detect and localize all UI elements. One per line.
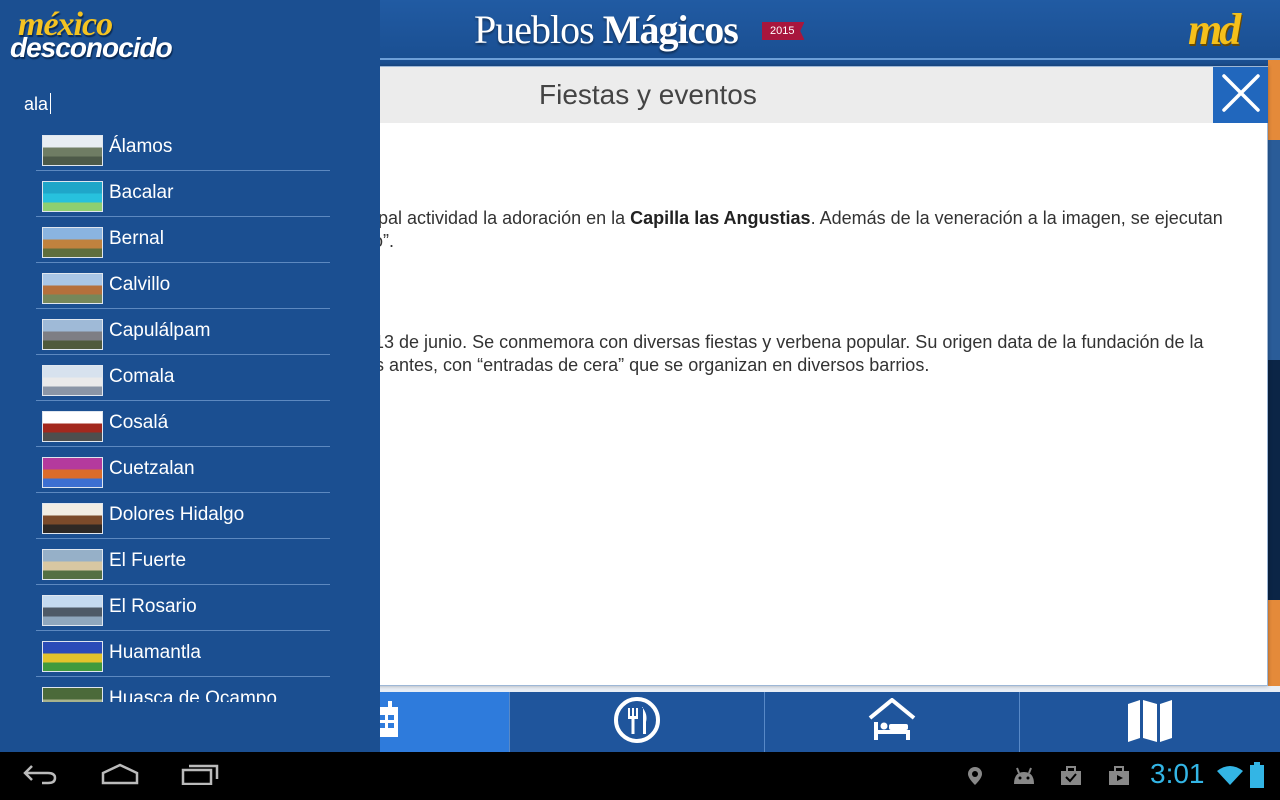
publisher-logo: md: [1188, 5, 1241, 54]
town-list-item[interactable]: Comala: [36, 355, 330, 401]
android-icon: [1012, 766, 1036, 791]
briefcase-icon: [1060, 766, 1082, 791]
brand-logo-line-2: desconocido: [10, 32, 173, 63]
town-name: Huamantla: [109, 642, 201, 663]
town-list-item[interactable]: El Fuerte: [36, 539, 330, 585]
system-clock: 3:01: [1150, 758, 1205, 789]
town-name: Comala: [109, 366, 175, 387]
event-text: cipal actividad la adoración en la: [365, 208, 631, 228]
hotel-icon: [868, 696, 916, 747]
town-list-item[interactable]: Huasca de Ocampo: [36, 677, 330, 702]
town-name: Cuetzalan: [109, 458, 195, 479]
wifi-icon: [1216, 764, 1244, 791]
events-modal: Fiestas y eventos cipal actividad la ado…: [340, 66, 1268, 686]
map-icon: [1126, 698, 1174, 747]
town-thumbnail: [42, 135, 103, 166]
nav-map-button[interactable]: [1020, 692, 1280, 752]
event-description-1: cipal actividad la adoración en la Capil…: [365, 207, 1245, 253]
home-icon: [101, 763, 139, 790]
town-thumbnail: [42, 181, 103, 212]
nav-hotels-button[interactable]: [765, 692, 1020, 752]
town-list-item[interactable]: Cuetzalan: [36, 447, 330, 493]
town-thumbnail: [42, 687, 103, 702]
town-thumbnail: [42, 273, 103, 304]
town-thumbnail: [42, 503, 103, 534]
town-name: Calvillo: [109, 274, 171, 295]
back-button[interactable]: [20, 760, 60, 792]
town-thumbnail: [42, 227, 103, 258]
town-name: Bernal: [109, 228, 164, 249]
town-list[interactable]: Álamos Bacalar Bernal Calvillo Capulálpam Com…: [36, 125, 330, 702]
app-root: Pueblos Mágicos 2015 md Fiestas y evento…: [0, 0, 1280, 800]
town-name: Huasca de Ocampo: [109, 688, 277, 702]
event-description-1-line-2: llo”.: [365, 230, 1245, 253]
brand-logo: méxico desconocido: [10, 8, 173, 63]
close-button[interactable]: [1213, 67, 1268, 123]
home-button[interactable]: [100, 760, 140, 792]
town-thumbnail: [42, 595, 103, 626]
app-title-light: Pueblos: [474, 7, 595, 52]
town-name: El Rosario: [109, 596, 197, 617]
event-text: . Además de la veneración a la imagen, s…: [810, 208, 1223, 228]
town-thumbnail: [42, 365, 103, 396]
event-description-2-line-2: as antes, con “entradas de cera” que se …: [365, 355, 930, 375]
battery-icon: [1250, 762, 1264, 793]
modal-title: Fiestas y eventos: [539, 79, 757, 110]
town-list-item[interactable]: El Rosario: [36, 585, 330, 631]
chapel-name: Capilla las Angustias: [630, 208, 811, 228]
town-name: El Fuerte: [109, 550, 187, 571]
town-thumbnail: [42, 641, 103, 672]
town-name: Bacalar: [109, 182, 174, 203]
event-description-2: l 13 de junio. Se conmemora con diversas…: [365, 331, 1245, 377]
town-name: Cosalá: [109, 412, 169, 433]
town-thumbnail: [42, 319, 103, 350]
town-name: Dolores Hidalgo: [109, 504, 245, 525]
background-content-strip: [1268, 60, 1280, 692]
town-list-item[interactable]: Bernal: [36, 217, 330, 263]
town-thumbnail: [42, 457, 103, 488]
town-name: Álamos: [109, 136, 173, 157]
towns-drawer: méxico desconocido Álamos Bacalar Bernal Ca…: [0, 0, 380, 752]
restaurant-icon: [613, 696, 661, 749]
shopping-icon: [1108, 766, 1130, 791]
year-badge: 2015: [762, 22, 805, 40]
town-list-item[interactable]: Álamos: [36, 125, 330, 171]
town-list-item[interactable]: Dolores Hidalgo: [36, 493, 330, 539]
close-icon: [1221, 73, 1261, 118]
app-title: Pueblos Mágicos: [474, 6, 739, 53]
town-list-item[interactable]: Bacalar: [36, 171, 330, 217]
town-thumbnail: [42, 549, 103, 580]
back-icon: [22, 763, 58, 790]
town-list-item[interactable]: Calvillo: [36, 263, 330, 309]
town-list-item[interactable]: Huamantla: [36, 631, 330, 677]
app-title-bold: Mágicos: [602, 7, 739, 52]
search-input[interactable]: [24, 90, 344, 118]
recent-apps-button[interactable]: [180, 760, 220, 792]
nav-restaurants-button[interactable]: [510, 692, 765, 752]
modal-header: Fiestas y eventos: [341, 67, 1213, 123]
town-thumbnail: [42, 411, 103, 442]
event-description-1-line-1: cipal actividad la adoración en la Capil…: [365, 207, 1245, 230]
location-icon: [966, 766, 984, 791]
recent-apps-icon: [181, 763, 219, 790]
town-list-item[interactable]: Capulálpam: [36, 309, 330, 355]
event-description-2-line-1: l 13 de junio. Se conmemora con diversas…: [365, 332, 1204, 352]
system-navigation-bar: 3:01: [0, 752, 1280, 800]
text-cursor: [50, 93, 51, 114]
town-list-item[interactable]: Cosalá: [36, 401, 330, 447]
town-name: Capulálpam: [109, 320, 211, 341]
